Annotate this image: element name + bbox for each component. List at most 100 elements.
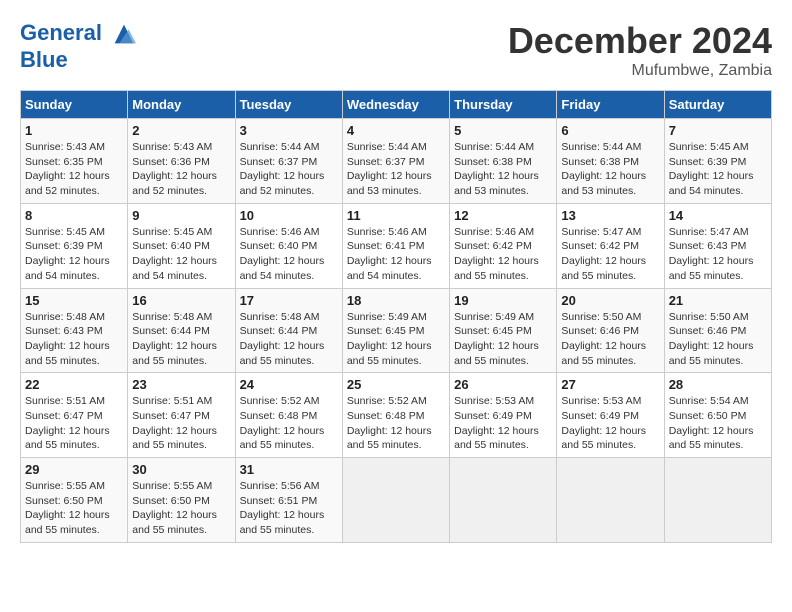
calendar-header-row: Sunday Monday Tuesday Wednesday Thursday…	[21, 91, 772, 119]
calendar-week-row: 1Sunrise: 5:43 AMSunset: 6:35 PMDaylight…	[21, 119, 772, 204]
day-info: Sunrise: 5:50 AMSunset: 6:46 PMDaylight:…	[561, 310, 659, 369]
calendar-table: Sunday Monday Tuesday Wednesday Thursday…	[20, 90, 772, 543]
day-info: Sunrise: 5:49 AMSunset: 6:45 PMDaylight:…	[347, 310, 445, 369]
day-number: 25	[347, 377, 445, 392]
day-info: Sunrise: 5:48 AMSunset: 6:44 PMDaylight:…	[132, 310, 230, 369]
table-row	[557, 458, 664, 543]
day-number: 6	[561, 123, 659, 138]
day-number: 2	[132, 123, 230, 138]
table-row: 8 Sunrise: 5:45 AMSunset: 6:39 PMDaylight…	[21, 203, 128, 288]
table-row: 7 Sunrise: 5:45 AMSunset: 6:39 PMDaylight…	[664, 119, 771, 204]
day-info: Sunrise: 5:44 AMSunset: 6:37 PMDaylight:…	[240, 140, 338, 199]
location: Mufumbwe, Zambia	[508, 62, 772, 80]
day-number: 8	[25, 208, 123, 223]
header-wednesday: Wednesday	[342, 91, 449, 119]
page-header: General Blue December 2024 Mufumbwe, Zam…	[20, 20, 772, 80]
day-number: 1	[25, 123, 123, 138]
day-info: Sunrise: 5:46 AMSunset: 6:42 PMDaylight:…	[454, 225, 552, 284]
header-thursday: Thursday	[450, 91, 557, 119]
day-number: 16	[132, 293, 230, 308]
day-number: 19	[454, 293, 552, 308]
table-row: 4 Sunrise: 5:44 AMSunset: 6:37 PMDaylight…	[342, 119, 449, 204]
day-info: Sunrise: 5:45 AMSunset: 6:39 PMDaylight:…	[25, 225, 123, 284]
table-row: 28Sunrise: 5:54 AMSunset: 6:50 PMDayligh…	[664, 373, 771, 458]
table-row: 30 Sunrise: 5:55 AMSunset: 6:50 PMDayligh…	[128, 458, 235, 543]
day-info: Sunrise: 5:43 AMSunset: 6:36 PMDaylight:…	[132, 140, 230, 199]
day-number: 14	[669, 208, 767, 223]
day-info: Sunrise: 5:52 AMSunset: 6:48 PMDaylight:…	[240, 394, 338, 453]
day-number: 15	[25, 293, 123, 308]
table-row: 21Sunrise: 5:50 AMSunset: 6:46 PMDayligh…	[664, 288, 771, 373]
day-number: 31	[240, 462, 338, 477]
day-number: 29	[25, 462, 123, 477]
table-row: 11 Sunrise: 5:46 AMSunset: 6:41 PMDayligh…	[342, 203, 449, 288]
day-info: Sunrise: 5:55 AMSunset: 6:50 PMDaylight:…	[25, 479, 123, 538]
table-row: 9Sunrise: 5:45 AMSunset: 6:40 PMDaylight…	[128, 203, 235, 288]
table-row: 1Sunrise: 5:43 AMSunset: 6:35 PMDaylight…	[21, 119, 128, 204]
day-info: Sunrise: 5:52 AMSunset: 6:48 PMDaylight:…	[347, 394, 445, 453]
table-row: 24 Sunrise: 5:52 AMSunset: 6:48 PMDayligh…	[235, 373, 342, 458]
table-row: 19 Sunrise: 5:49 AMSunset: 6:45 PMDayligh…	[450, 288, 557, 373]
table-row: 10 Sunrise: 5:46 AMSunset: 6:40 PMDayligh…	[235, 203, 342, 288]
day-info: Sunrise: 5:49 AMSunset: 6:45 PMDaylight:…	[454, 310, 552, 369]
table-row: 31 Sunrise: 5:56 AMSunset: 6:51 PMDayligh…	[235, 458, 342, 543]
header-tuesday: Tuesday	[235, 91, 342, 119]
header-friday: Friday	[557, 91, 664, 119]
day-number: 26	[454, 377, 552, 392]
day-number: 10	[240, 208, 338, 223]
table-row	[450, 458, 557, 543]
day-info: Sunrise: 5:44 AMSunset: 6:38 PMDaylight:…	[454, 140, 552, 199]
header-sunday: Sunday	[21, 91, 128, 119]
day-info: Sunrise: 5:54 AMSunset: 6:50 PMDaylight:…	[669, 394, 767, 453]
day-info: Sunrise: 5:44 AMSunset: 6:38 PMDaylight:…	[561, 140, 659, 199]
table-row: 3 Sunrise: 5:44 AMSunset: 6:37 PMDaylight…	[235, 119, 342, 204]
day-number: 9	[132, 208, 230, 223]
calendar-week-row: 15 Sunrise: 5:48 AMSunset: 6:43 PMDayligh…	[21, 288, 772, 373]
day-info: Sunrise: 5:45 AMSunset: 6:39 PMDaylight:…	[669, 140, 767, 199]
logo: General Blue	[20, 20, 138, 72]
month-title: December 2024	[508, 20, 772, 62]
day-info: Sunrise: 5:56 AMSunset: 6:51 PMDaylight:…	[240, 479, 338, 538]
day-info: Sunrise: 5:44 AMSunset: 6:37 PMDaylight:…	[347, 140, 445, 199]
day-number: 24	[240, 377, 338, 392]
day-info: Sunrise: 5:46 AMSunset: 6:40 PMDaylight:…	[240, 225, 338, 284]
day-number: 27	[561, 377, 659, 392]
table-row: 29 Sunrise: 5:55 AMSunset: 6:50 PMDayligh…	[21, 458, 128, 543]
table-row	[664, 458, 771, 543]
day-number: 3	[240, 123, 338, 138]
day-number: 30	[132, 462, 230, 477]
day-number: 20	[561, 293, 659, 308]
table-row: 6 Sunrise: 5:44 AMSunset: 6:38 PMDaylight…	[557, 119, 664, 204]
day-info: Sunrise: 5:55 AMSunset: 6:50 PMDaylight:…	[132, 479, 230, 538]
calendar-week-row: 8 Sunrise: 5:45 AMSunset: 6:39 PMDaylight…	[21, 203, 772, 288]
calendar-week-row: 29 Sunrise: 5:55 AMSunset: 6:50 PMDayligh…	[21, 458, 772, 543]
table-row: 22Sunrise: 5:51 AMSunset: 6:47 PMDayligh…	[21, 373, 128, 458]
table-row: 5Sunrise: 5:44 AMSunset: 6:38 PMDaylight…	[450, 119, 557, 204]
logo-icon	[110, 20, 138, 48]
day-number: 4	[347, 123, 445, 138]
day-number: 12	[454, 208, 552, 223]
logo-text-blue: Blue	[20, 48, 138, 72]
day-number: 17	[240, 293, 338, 308]
day-info: Sunrise: 5:51 AMSunset: 6:47 PMDaylight:…	[25, 394, 123, 453]
logo-text: General	[20, 20, 138, 48]
day-number: 7	[669, 123, 767, 138]
day-number: 11	[347, 208, 445, 223]
day-info: Sunrise: 5:48 AMSunset: 6:44 PMDaylight:…	[240, 310, 338, 369]
calendar-week-row: 22Sunrise: 5:51 AMSunset: 6:47 PMDayligh…	[21, 373, 772, 458]
day-info: Sunrise: 5:51 AMSunset: 6:47 PMDaylight:…	[132, 394, 230, 453]
table-row: 27 Sunrise: 5:53 AMSunset: 6:49 PMDayligh…	[557, 373, 664, 458]
table-row: 26Sunrise: 5:53 AMSunset: 6:49 PMDayligh…	[450, 373, 557, 458]
table-row: 13Sunrise: 5:47 AMSunset: 6:42 PMDayligh…	[557, 203, 664, 288]
table-row: 25 Sunrise: 5:52 AMSunset: 6:48 PMDayligh…	[342, 373, 449, 458]
day-info: Sunrise: 5:53 AMSunset: 6:49 PMDaylight:…	[561, 394, 659, 453]
table-row: 23 Sunrise: 5:51 AMSunset: 6:47 PMDayligh…	[128, 373, 235, 458]
day-info: Sunrise: 5:46 AMSunset: 6:41 PMDaylight:…	[347, 225, 445, 284]
table-row: 20 Sunrise: 5:50 AMSunset: 6:46 PMDayligh…	[557, 288, 664, 373]
table-row: 16 Sunrise: 5:48 AMSunset: 6:44 PMDayligh…	[128, 288, 235, 373]
header-saturday: Saturday	[664, 91, 771, 119]
day-info: Sunrise: 5:48 AMSunset: 6:43 PMDaylight:…	[25, 310, 123, 369]
day-number: 23	[132, 377, 230, 392]
table-row: 17 Sunrise: 5:48 AMSunset: 6:44 PMDayligh…	[235, 288, 342, 373]
table-row	[342, 458, 449, 543]
